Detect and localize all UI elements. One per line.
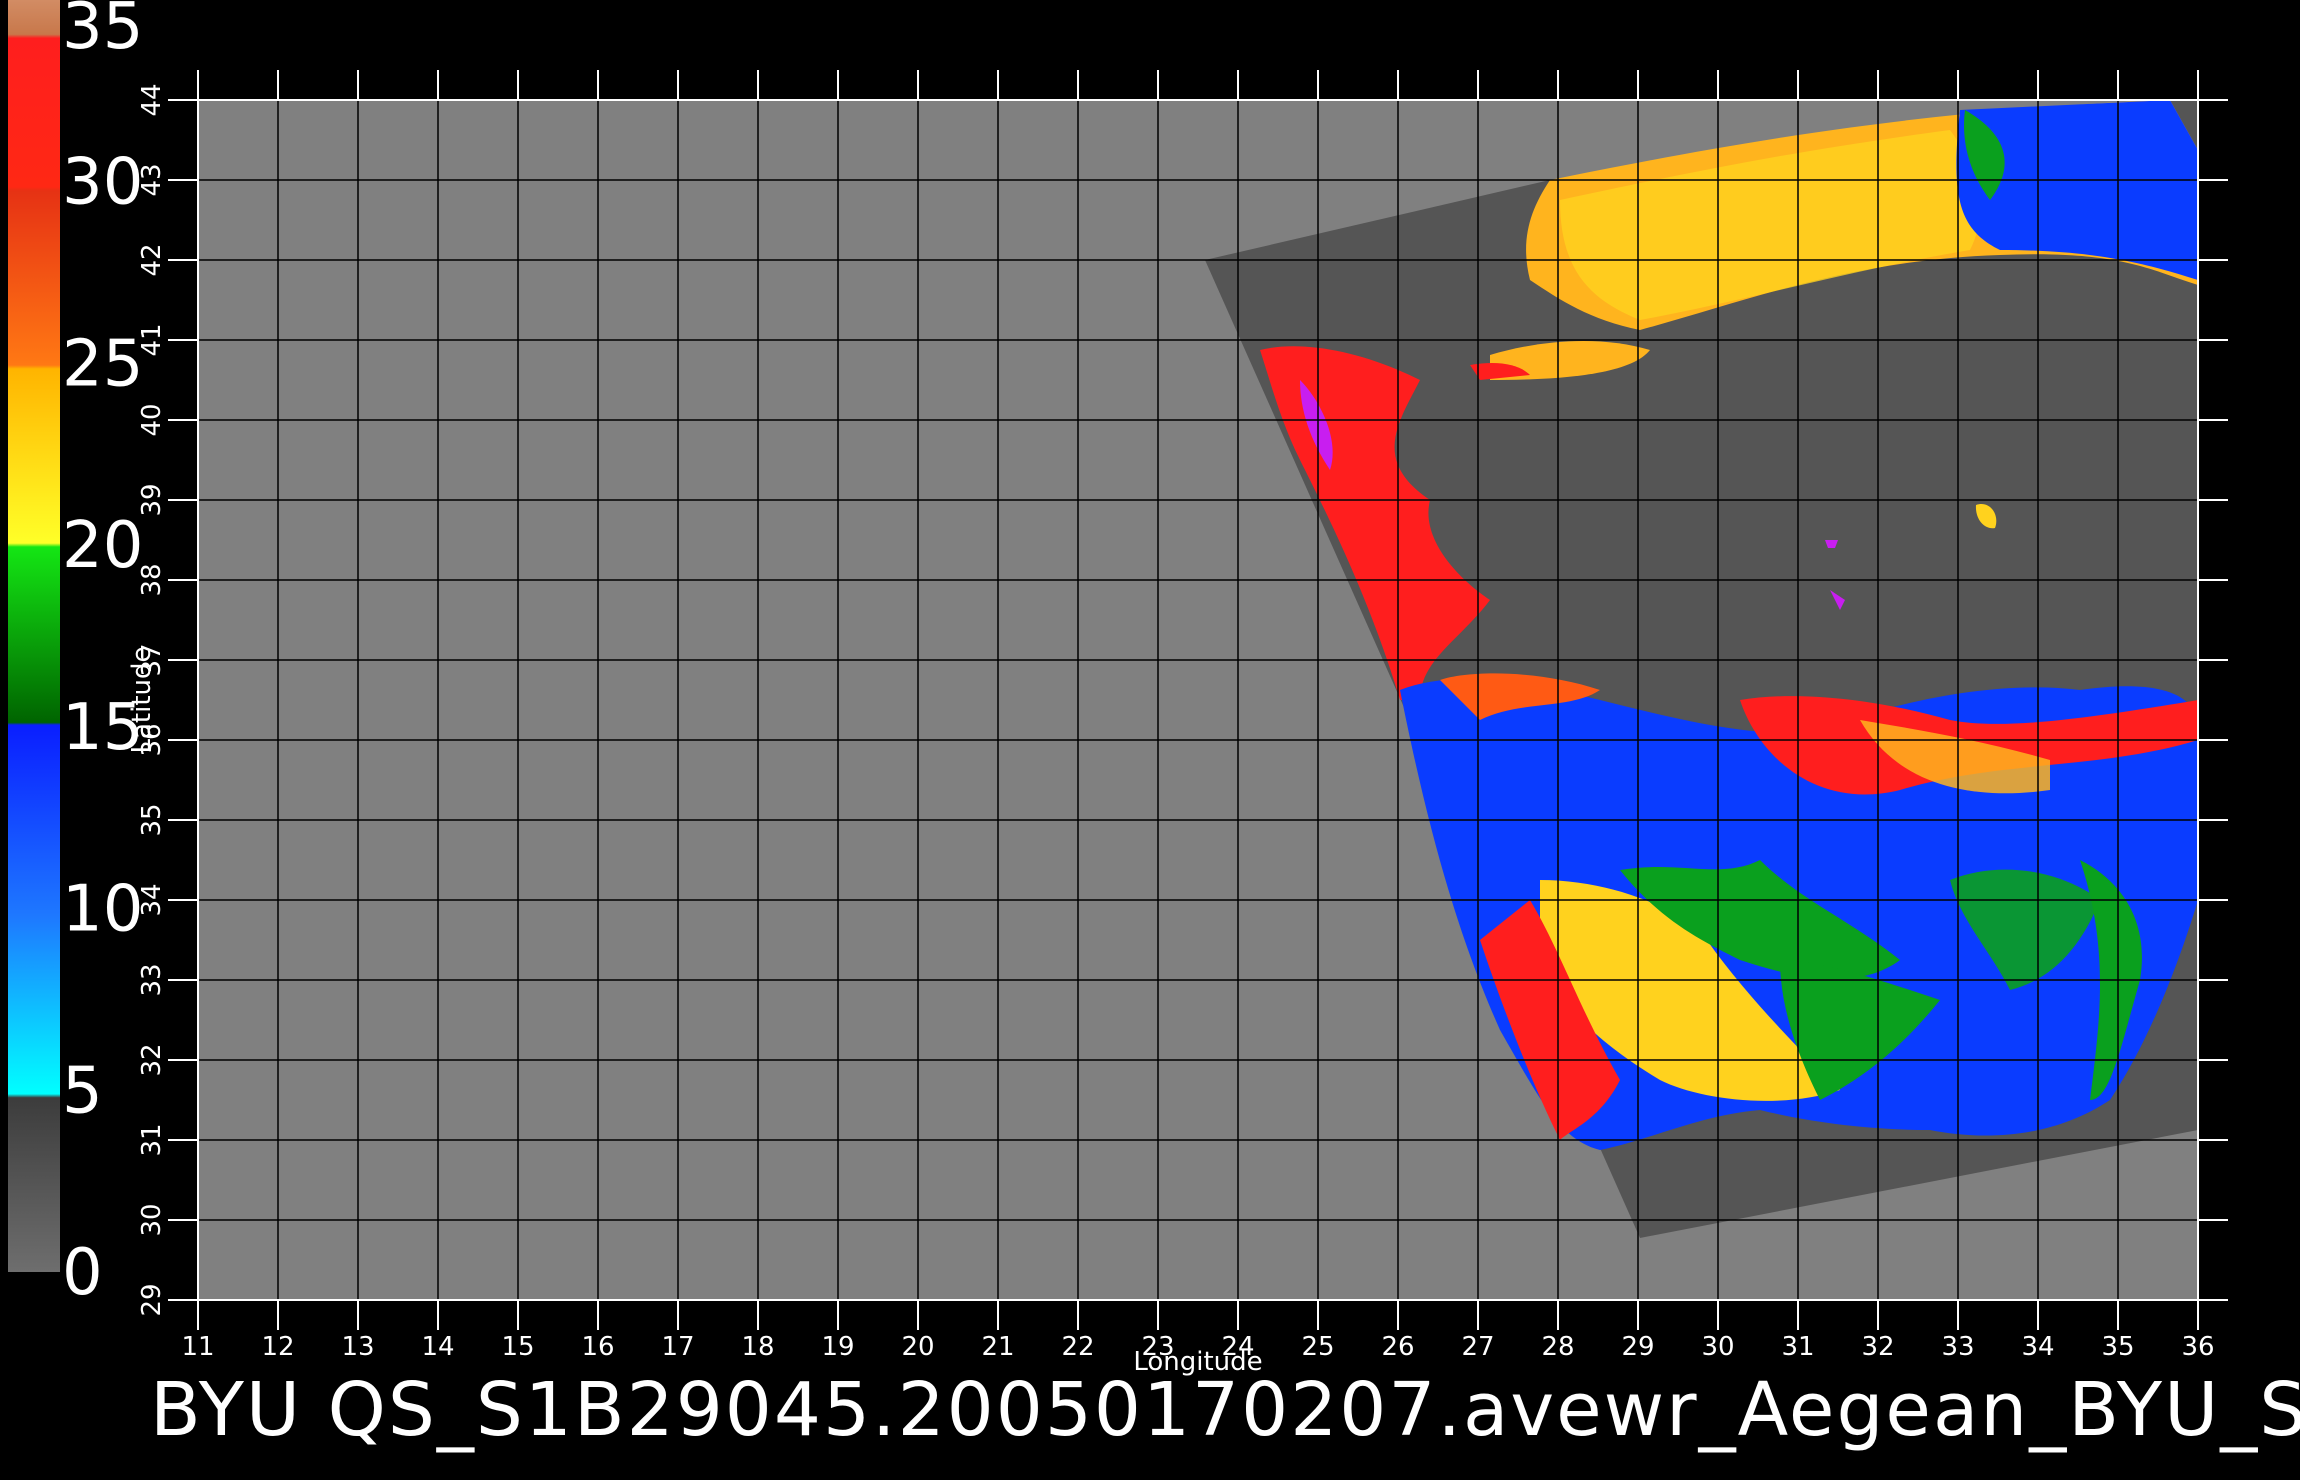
lon-tick-label: 16	[581, 1332, 614, 1362]
lat-tick-label: 33	[137, 963, 167, 996]
lon-tick-label: 21	[981, 1332, 1014, 1362]
lat-tick-label: 43	[137, 163, 167, 196]
lon-tick-label: 30	[1701, 1332, 1734, 1362]
colorbar	[8, 0, 60, 1272]
caption: BYU QS_S1B29045.20050170207.avewr_Aegean…	[150, 1367, 2300, 1453]
lat-tick-label: 32	[137, 1043, 167, 1076]
colorbar-label: 5	[62, 1054, 103, 1128]
lat-tick-label: 38	[137, 563, 167, 596]
lat-tick-label: 41	[137, 323, 167, 356]
lon-tick-label: 32	[1861, 1332, 1894, 1362]
lon-tick-label: 31	[1781, 1332, 1814, 1362]
lon-tick-label: 15	[501, 1332, 534, 1362]
lon-tick-label: 20	[901, 1332, 934, 1362]
lon-tick-label: 36	[2181, 1332, 2214, 1362]
lon-tick-label: 27	[1461, 1332, 1494, 1362]
lat-tick-label: 39	[137, 483, 167, 516]
lon-tick-label: 17	[661, 1332, 694, 1362]
lon-tick-label: 12	[261, 1332, 294, 1362]
lat-tick-label: 30	[137, 1203, 167, 1236]
lon-tick-label: 35	[2101, 1332, 2134, 1362]
y-axis-title: Latitude	[127, 646, 157, 753]
lon-tick-label: 19	[821, 1332, 854, 1362]
lat-tick-label: 44	[137, 83, 167, 116]
lat-tick-label: 29	[137, 1283, 167, 1316]
lon-tick-label: 13	[341, 1332, 374, 1362]
colorbar-label: 35	[62, 0, 143, 64]
lon-tick-label: 34	[2021, 1332, 2054, 1362]
lat-tick-label: 42	[137, 243, 167, 276]
lat-tick-label: 40	[137, 403, 167, 436]
lon-tick-label: 33	[1941, 1332, 1974, 1362]
lon-tick-label: 29	[1621, 1332, 1654, 1362]
colorbar-label: 10	[62, 873, 143, 947]
lat-tick-label: 34	[137, 883, 167, 916]
lon-tick-label: 28	[1541, 1332, 1574, 1362]
lon-tick-label: 18	[741, 1332, 774, 1362]
lon-tick-label: 14	[421, 1332, 454, 1362]
lat-tick-label: 35	[137, 803, 167, 836]
colorbar-label: 25	[62, 327, 143, 401]
lon-tick-label: 26	[1381, 1332, 1414, 1362]
lon-tick-label: 25	[1301, 1332, 1334, 1362]
map-figure: 35 30 25 20 15 10 5 0 11 12 13 14 15 16 17 18 1…	[8, 0, 2300, 1453]
colorbar-label: 0	[62, 1236, 103, 1310]
colorbar-label: 30	[62, 146, 143, 220]
colorbar-label: 20	[62, 509, 143, 583]
lon-tick-label: 11	[181, 1332, 214, 1362]
lon-tick-label: 22	[1061, 1332, 1094, 1362]
lat-tick-label: 31	[137, 1123, 167, 1156]
